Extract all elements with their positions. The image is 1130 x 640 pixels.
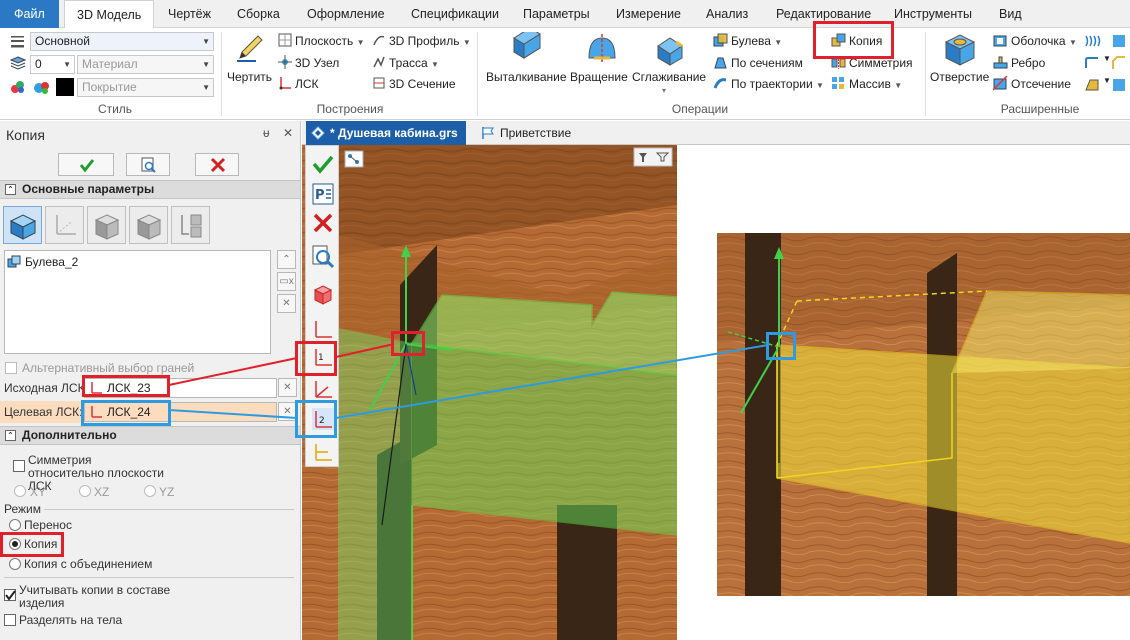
target-lcs-point-highlight xyxy=(766,332,796,360)
source-tool-highlight xyxy=(295,341,337,376)
target-lcs-highlight xyxy=(81,400,171,426)
source-lcs-point-highlight xyxy=(391,331,425,356)
target-tool-highlight xyxy=(295,400,337,438)
copy-mode-highlight xyxy=(0,532,64,557)
callout-lines xyxy=(168,343,769,419)
source-lcs-highlight xyxy=(82,375,170,397)
